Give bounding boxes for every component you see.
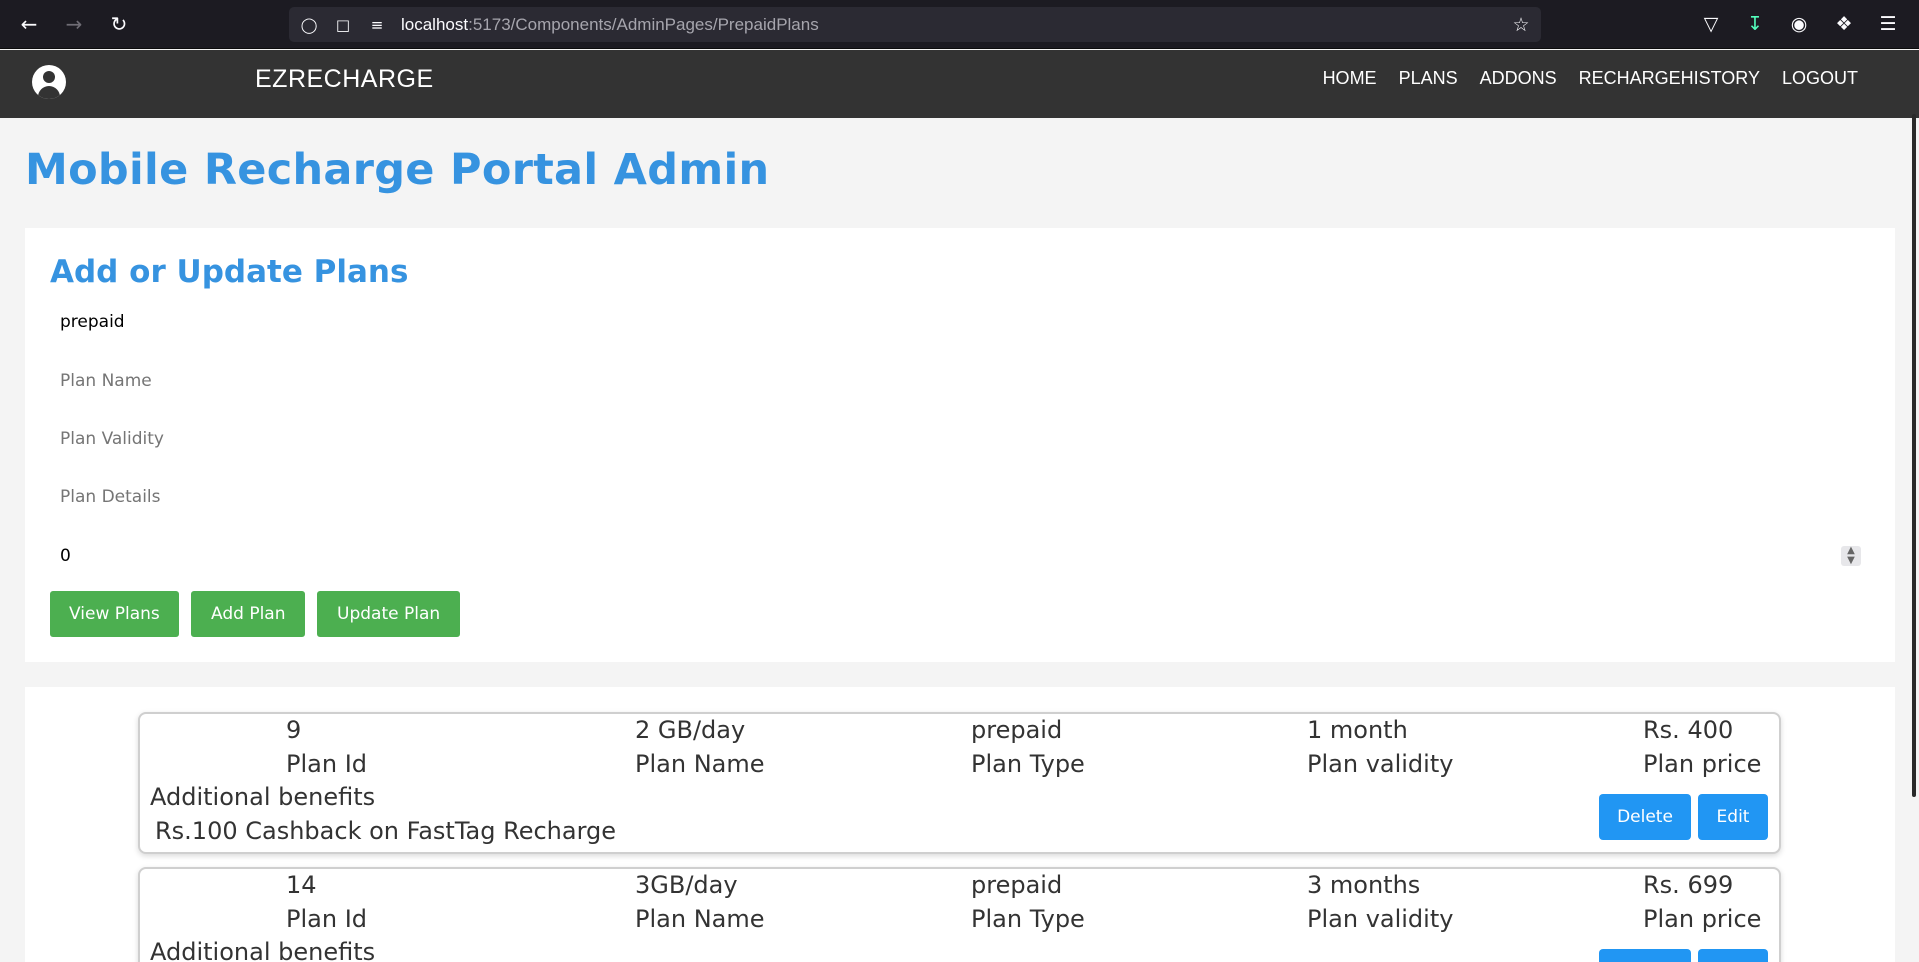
plan-validity-label: Plan validity <box>1307 750 1454 778</box>
downloads-icon[interactable]: ↧ <box>1743 12 1767 36</box>
plan-type-value: prepaid <box>971 871 1063 899</box>
plan-price-value: Rs. 400 <box>1643 716 1734 744</box>
bookmark-star-icon[interactable]: ☆ <box>1511 15 1531 35</box>
plan-price-field[interactable] <box>50 533 1870 579</box>
edit-button[interactable]: Edit <box>1698 794 1768 840</box>
add-plan-button[interactable]: Add Plan <box>191 591 306 637</box>
plan-form-card: Add or Update Plans ▲▼ View Plans Add Pl… <box>25 228 1895 662</box>
plan-id-label: Plan Id <box>286 905 367 933</box>
scrollbar-thumb[interactable] <box>1912 114 1916 797</box>
delete-button[interactable]: Delete <box>1599 949 1691 962</box>
url-path: :5173/Components/AdminPages/PrepaidPlans <box>468 15 819 34</box>
view-plans-button[interactable]: View Plans <box>50 591 179 637</box>
reload-icon[interactable]: ↻ <box>107 12 131 36</box>
menu-icon[interactable]: ☰ <box>1876 12 1900 36</box>
plan-validity-label: Plan validity <box>1307 905 1454 933</box>
plan-name-value: 3GB/day <box>635 871 738 899</box>
update-plan-button[interactable]: Update Plan <box>317 591 461 637</box>
shield-icon[interactable]: ◯ <box>299 15 319 35</box>
url-text[interactable]: localhost:5173/Components/AdminPages/Pre… <box>401 15 819 35</box>
address-bar[interactable]: ◯ □ ≡ localhost:5173/Components/AdminPag… <box>289 7 1541 42</box>
number-spinner[interactable]: ▲ ▼ <box>1841 546 1861 566</box>
page-icon: □ <box>335 16 351 34</box>
nav-plans[interactable]: PLANS <box>1399 68 1458 89</box>
extensions-icon[interactable]: ❖ <box>1832 12 1856 36</box>
profile-icon[interactable] <box>32 65 66 99</box>
additional-benefits-value: Rs.100 Cashback on FastTag Recharge <box>155 817 617 845</box>
plan-id-label: Plan Id <box>286 750 367 778</box>
edit-button[interactable]: Edit <box>1698 949 1768 962</box>
plan-name-label: Plan Name <box>635 750 765 778</box>
url-host: localhost <box>401 15 469 34</box>
plan-validity-value: 1 month <box>1307 716 1408 744</box>
page-title: Mobile Recharge Portal Admin <box>25 145 770 195</box>
form-title: Add or Update Plans <box>50 254 409 290</box>
plan-type-label: Plan Type <box>971 750 1085 778</box>
permissions-icon[interactable]: ≡ <box>367 15 387 35</box>
plan-validity-value: 3 months <box>1307 871 1421 899</box>
delete-button[interactable]: Delete <box>1599 794 1691 840</box>
plan-name-label: Plan Name <box>635 905 765 933</box>
plan-card: 9 2 GB/day prepaid 1 month Rs. 400 Plan … <box>138 712 1781 854</box>
account-icon[interactable]: ◉ <box>1787 12 1811 36</box>
plans-list: 9 2 GB/day prepaid 1 month Rs. 400 Plan … <box>25 687 1895 962</box>
nav-recharge-history[interactable]: RECHARGEHISTORY <box>1579 68 1760 89</box>
additional-benefits-label: Additional benefits <box>150 783 376 811</box>
back-icon[interactable]: ← <box>17 12 41 36</box>
plan-details-field[interactable] <box>50 474 1870 520</box>
plan-price-value: Rs. 699 <box>1643 871 1734 899</box>
plan-validity-field[interactable] <box>50 416 1870 462</box>
additional-benefits-label: Additional benefits <box>150 938 376 962</box>
nav-addons[interactable]: ADDONS <box>1480 68 1557 89</box>
brand-logo[interactable]: EZRECHARGE <box>255 65 434 94</box>
plan-id-value: 9 <box>286 716 302 744</box>
plan-price-label: Plan price <box>1643 750 1762 778</box>
forward-icon[interactable]: → <box>62 12 86 36</box>
app-navbar: EZRECHARGE HOME PLANS ADDONS RECHARGEHIS… <box>0 50 1919 118</box>
pocket-icon[interactable]: ▽ <box>1699 12 1723 36</box>
plan-name-value: 2 GB/day <box>635 716 746 744</box>
nav-links: HOME PLANS ADDONS RECHARGEHISTORY LOGOUT <box>1323 68 1858 89</box>
browser-toolbar: ← → ↻ ◯ □ ≡ localhost:5173/Components/Ad… <box>0 0 1919 49</box>
plan-id-value: 14 <box>286 871 317 899</box>
plan-price-label: Plan price <box>1643 905 1762 933</box>
plan-name-field[interactable] <box>50 358 1870 404</box>
nav-home[interactable]: HOME <box>1323 68 1377 89</box>
plan-card: 14 3GB/day prepaid 3 months Rs. 699 Plan… <box>138 867 1781 962</box>
nav-logout[interactable]: LOGOUT <box>1782 68 1858 89</box>
plan-type-value: prepaid <box>971 716 1063 744</box>
plan-type-field[interactable] <box>50 299 1870 345</box>
plan-type-label: Plan Type <box>971 905 1085 933</box>
page-scrollbar[interactable] <box>1903 50 1919 962</box>
